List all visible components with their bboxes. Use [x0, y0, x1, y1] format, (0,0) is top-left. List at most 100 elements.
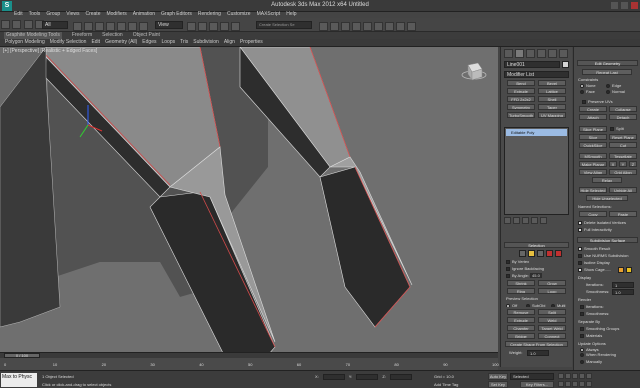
- layer-icon[interactable]: [341, 22, 350, 31]
- schematic-icon[interactable]: [363, 22, 372, 31]
- menu-item[interactable]: Group: [46, 11, 60, 18]
- maxscript-listener[interactable]: Max to Physc: [1, 373, 37, 387]
- cage-color-swatch[interactable]: [618, 267, 624, 273]
- hide-selected-button[interactable]: Hide Selected: [579, 187, 607, 193]
- menu-item[interactable]: Animation: [133, 11, 155, 18]
- pivot-icon[interactable]: [187, 22, 196, 31]
- previous-frame-icon[interactable]: [565, 373, 571, 379]
- menu-item[interactable]: Help: [286, 11, 296, 18]
- hide-unselected-button[interactable]: Hide Unselected: [586, 195, 628, 201]
- select-object-icon[interactable]: [73, 22, 82, 31]
- configure-sets-icon[interactable]: [540, 217, 547, 224]
- cage-selection-color-swatch[interactable]: [626, 267, 632, 273]
- orbit-icon[interactable]: [579, 381, 585, 387]
- cut-button[interactable]: Cut: [609, 142, 637, 148]
- menu-item[interactable]: Rendering: [198, 11, 221, 18]
- msmooth-button[interactable]: MSmooth: [579, 153, 607, 159]
- ribbon-tab[interactable]: Object Paint: [133, 32, 160, 39]
- modifier-button[interactable]: Lattice: [538, 88, 566, 94]
- utilities-tab-icon[interactable]: [559, 49, 568, 58]
- use-nurms-checkbox[interactable]: Use NURMS Subdivision: [578, 253, 628, 258]
- ribbon-subtab[interactable]: Geometry (All): [105, 39, 137, 46]
- modify-tab-icon[interactable]: [515, 49, 524, 58]
- object-name-field[interactable]: Line001: [504, 61, 560, 68]
- paste-button[interactable]: Paste: [609, 211, 637, 217]
- menu-item[interactable]: Customize: [227, 11, 251, 18]
- modifier-list-dropdown[interactable]: Modifier List: [504, 71, 569, 78]
- modifier-button[interactable]: FFD 2x2x2: [507, 96, 535, 102]
- ribbon-subtab[interactable]: Tris: [180, 39, 188, 46]
- zoom-all-icon[interactable]: [565, 381, 571, 387]
- ribbon-subtab[interactable]: Polygon Modeling: [5, 39, 45, 46]
- key-filters-button[interactable]: Key Filters...: [520, 381, 554, 388]
- relax-button[interactable]: Relax: [592, 177, 622, 183]
- render-iterations-checkbox[interactable]: Iterations:: [580, 304, 604, 309]
- menu-item[interactable]: Tools: [29, 11, 41, 18]
- close-icon[interactable]: [631, 2, 638, 9]
- maximize-icon[interactable]: [621, 2, 628, 9]
- viewport-label[interactable]: [+] [Perspective] [Realistic + Edged Fac…: [3, 48, 97, 54]
- make-unique-icon[interactable]: [522, 217, 529, 224]
- rotate-icon[interactable]: [128, 22, 137, 31]
- planar-x-button[interactable]: X: [609, 161, 617, 167]
- vertex-mode-icon[interactable]: [519, 250, 526, 257]
- edit-geometry-header[interactable]: Edit Geometry: [577, 60, 638, 66]
- modifier-button[interactable]: Extrude: [507, 88, 535, 94]
- planar-z-button[interactable]: Z: [629, 161, 637, 167]
- unhide-all-button[interactable]: Unhide All: [609, 187, 637, 193]
- zoom-icon[interactable]: [558, 381, 564, 387]
- object-color-swatch[interactable]: [562, 61, 569, 68]
- x-coordinate-field[interactable]: [322, 374, 345, 380]
- align-icon[interactable]: [330, 22, 339, 31]
- slice-plane-button[interactable]: Slice Plane: [579, 126, 607, 132]
- ribbon-subtab[interactable]: Loops: [161, 39, 175, 46]
- tessellate-button[interactable]: Tessellate: [609, 153, 637, 159]
- percent-snap-icon[interactable]: [231, 22, 240, 31]
- ribbon-subtab[interactable]: Align: [224, 39, 235, 46]
- render-icon[interactable]: [407, 22, 416, 31]
- y-coordinate-field[interactable]: [356, 374, 379, 380]
- show-end-result-icon[interactable]: [513, 217, 520, 224]
- create-shape-button[interactable]: Create Shape From Selection: [505, 341, 568, 347]
- maximize-viewport-icon[interactable]: [586, 381, 592, 387]
- attach-button[interactable]: Attach: [579, 114, 607, 120]
- isoline-display-checkbox[interactable]: Isoline Display: [578, 260, 610, 265]
- show-cage-checkbox[interactable]: Show Cage......: [578, 267, 611, 272]
- planar-y-button[interactable]: Y: [619, 161, 627, 167]
- constraint-normal-radio[interactable]: Normal: [606, 89, 625, 94]
- render-setup-icon[interactable]: [385, 22, 394, 31]
- modifier-button[interactable]: UV Mapping Ctr: [538, 112, 566, 118]
- menu-item[interactable]: Graph Editors: [161, 11, 192, 18]
- copy-button[interactable]: Copy: [579, 211, 607, 217]
- split-checkbox[interactable]: Split: [610, 126, 624, 131]
- menu-item[interactable]: MAXScript: [257, 11, 281, 18]
- redo-icon[interactable]: [12, 20, 21, 29]
- modifier-button[interactable]: Symmetry: [507, 104, 535, 110]
- set-key-button[interactable]: Set Key: [488, 381, 508, 388]
- reset-plane-button[interactable]: Reset Plane: [609, 134, 637, 140]
- border-mode-icon[interactable]: [537, 250, 544, 257]
- preserve-uvs-checkbox[interactable]: Preserve UVs: [582, 99, 613, 104]
- window-crossing-icon[interactable]: [106, 22, 115, 31]
- ring-button[interactable]: Ring: [507, 288, 535, 294]
- track-bar[interactable]: 0 10 20 30 40 50 60 70 80 90 100: [0, 358, 499, 370]
- extrude-button[interactable]: Extrude: [507, 317, 535, 323]
- rect-selection-icon[interactable]: [95, 22, 104, 31]
- display-tab-icon[interactable]: [548, 49, 557, 58]
- ribbon-tab[interactable]: Selection: [102, 32, 123, 39]
- scale-icon[interactable]: [139, 22, 148, 31]
- target-weld-button[interactable]: Target Weld: [538, 325, 566, 331]
- view-dropdown[interactable]: View: [155, 21, 183, 29]
- render-frame-icon[interactable]: [396, 22, 405, 31]
- menu-item[interactable]: Modifiers: [106, 11, 126, 18]
- select-by-name-icon[interactable]: [84, 22, 93, 31]
- update-manually-radio[interactable]: Manually: [580, 359, 602, 364]
- ribbon-subtab[interactable]: Modify Selection: [50, 39, 87, 46]
- ribbon-subtab[interactable]: Edges: [142, 39, 156, 46]
- edge-mode-icon[interactable]: [528, 250, 535, 257]
- weld-button[interactable]: Weld: [538, 317, 566, 323]
- by-angle-checkbox[interactable]: By Angle: 45.0: [506, 273, 542, 278]
- move-icon[interactable]: [117, 22, 126, 31]
- ribbon-subtab[interactable]: Edit: [91, 39, 100, 46]
- perspective-viewport[interactable]: [+] [Perspective] [Realistic + Edged Fac…: [0, 47, 498, 352]
